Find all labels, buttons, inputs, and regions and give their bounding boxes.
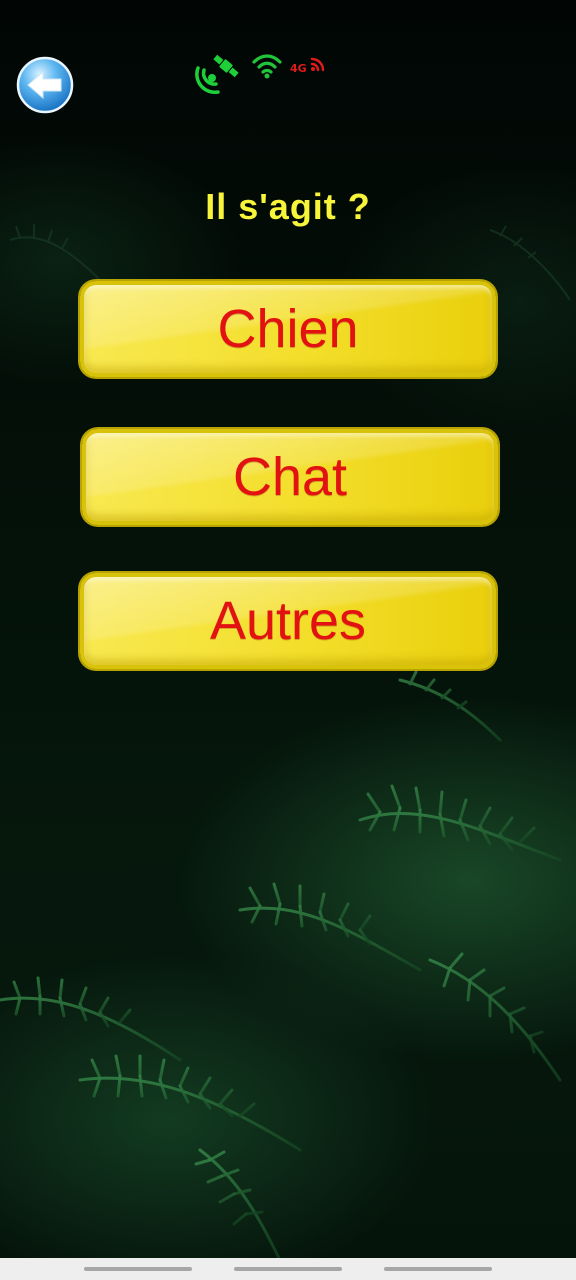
cellular-label: 4G [290,62,307,75]
answer-button-chat[interactable]: Chat [82,429,498,525]
answer-label: Autres [209,591,367,651]
question-title: Il s'agit ? [205,186,371,227]
status-icons: 4G [192,48,332,100]
back-button[interactable] [16,56,74,114]
nav-recents-button[interactable] [84,1267,192,1271]
nav-home-button[interactable] [234,1267,342,1271]
nav-back-button[interactable] [384,1267,492,1271]
answer-button-chien[interactable]: Chien [80,281,496,377]
navigation-bar [0,1258,576,1280]
wifi-icon [252,54,282,80]
arrow-left-icon [16,56,74,114]
satellite-gps-icon [192,50,244,98]
answer-label: Chat [232,447,348,507]
answer-button-autres[interactable]: Autres [80,573,496,669]
app-screen: 4G Il s'agit ? Chien Chat Autres [0,0,576,1280]
answer-label: Chien [217,299,359,359]
